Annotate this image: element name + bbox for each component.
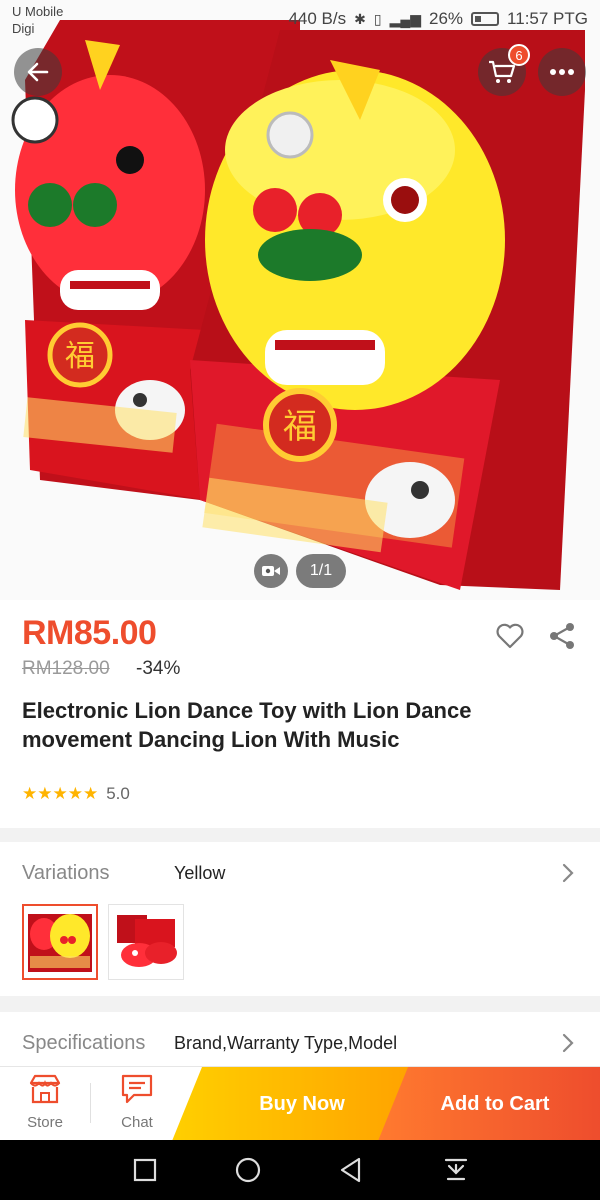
more-options-button[interactable] [538,48,586,96]
selected-variation: Yellow [174,863,226,883]
share-icon[interactable] [546,620,578,652]
star-rating-icon: ★★★★★ [22,784,99,803]
carrier-name: U Mobile [12,4,64,19]
cart-button[interactable]: 6 [478,44,530,96]
chat-icon [121,1074,153,1104]
discount-percent: -34% [136,658,181,679]
divider [90,1083,91,1123]
store-icon [29,1074,61,1104]
specifications-label: Specifications [22,1032,146,1054]
variation-image [24,906,96,978]
variations-label: Variations [22,862,110,884]
variation-thumbnail-yellow[interactable] [22,904,98,980]
specifications-section[interactable]: Specifications Brand,Warranty Type,Model [0,1012,600,1068]
video-button[interactable] [254,554,288,588]
signal-icon: ▂▄▆ [389,10,422,27]
battery-percent: 26% [429,9,464,28]
image-counter: 1/1 [296,554,346,588]
variation-image [109,905,183,979]
rating-value: 5.0 [106,784,130,803]
battery-icon [471,12,500,26]
status-indicators: 440 B/s ✱ ▯ ▂▄▆ 26% 11:57 PTG [288,9,588,29]
bottom-action-bar: Store Chat Buy Now Add to Cart [0,1066,600,1141]
product-title: Electronic Lion Dance Toy with Lion Danc… [22,698,472,752]
bluetooth-icon: ✱ [354,10,366,27]
carrier-info: U Mobile Digi [12,3,63,37]
chat-label: Chat [121,1114,153,1131]
favorite-heart-icon[interactable] [494,620,526,652]
product-image-gallery[interactable]: 福 福 U Mobile Digi 440 B/s ✱ ▯ ▂▄▆ 26% 11… [0,0,600,600]
chat-button[interactable]: Chat [102,1073,172,1131]
status-bar: U Mobile Digi 440 B/s ✱ ▯ ▂▄▆ 26% 11:57 … [0,0,600,40]
home-icon[interactable] [234,1156,262,1184]
clock: 11:57 PTG [507,9,588,28]
chevron-right-icon [562,863,574,883]
system-navigation-bar [0,1140,600,1200]
cart-count-badge: 6 [508,44,530,66]
variation-thumbnail-red[interactable] [108,904,184,980]
chevron-right-icon [562,1033,574,1053]
buy-now-button[interactable]: Buy Now [172,1067,412,1141]
back-triangle-icon[interactable] [337,1156,365,1184]
video-camera-icon [262,566,280,576]
arrow-left-icon [27,62,49,82]
network-speed: 440 B/s [288,9,347,28]
vibrate-icon: ▯ [373,10,382,27]
carrier-name-secondary: Digi [12,21,35,36]
more-dots-icon [550,69,574,75]
svg-text:福: 福 [283,407,317,447]
notification-pulldown-icon[interactable] [442,1156,470,1184]
store-label: Store [27,1114,63,1131]
product-rating[interactable]: ★★★★★ 5.0 [22,784,130,804]
specifications-summary: Brand,Warranty Type,Model [174,1033,398,1053]
svg-text:福: 福 [65,339,95,374]
add-to-cart-button[interactable]: Add to Cart [378,1067,600,1141]
store-button[interactable]: Store [10,1073,80,1131]
original-price: RM128.00 [22,658,110,679]
product-info-section: RM85.00 RM128.00 -34% Electronic Lion Da… [0,600,600,828]
product-price: RM85.00 [22,614,157,652]
variations-section[interactable]: Variations Yellow [0,842,600,996]
recent-apps-icon[interactable] [131,1156,159,1184]
back-button[interactable] [14,48,62,96]
